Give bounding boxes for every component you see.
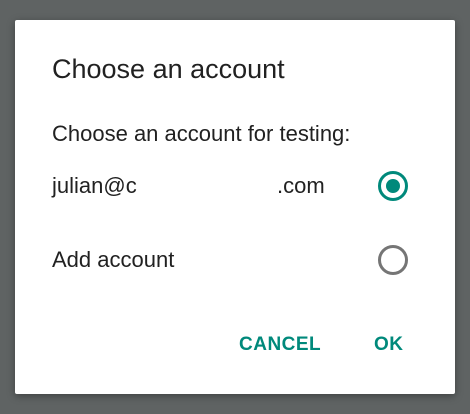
redacted-region	[141, 165, 276, 207]
add-account-option[interactable]: Add account	[15, 235, 455, 285]
radio-unchecked-icon[interactable]	[378, 245, 408, 275]
ok-button[interactable]: OK	[374, 330, 404, 360]
account-email-label: julian@c	[52, 173, 137, 198]
account-email-suffix: .com	[277, 173, 325, 198]
cancel-button[interactable]: CANCEL	[239, 330, 321, 360]
radio-checked-icon[interactable]	[378, 171, 408, 201]
add-account-label: Add account	[52, 247, 175, 272]
dialog-message: Choose an account for testing:	[52, 121, 351, 146]
account-chooser-dialog: Choose an account Choose an account for …	[15, 20, 455, 394]
dialog-title: Choose an account	[52, 54, 285, 84]
account-option-julian[interactable]: julian@c .com	[15, 161, 455, 211]
